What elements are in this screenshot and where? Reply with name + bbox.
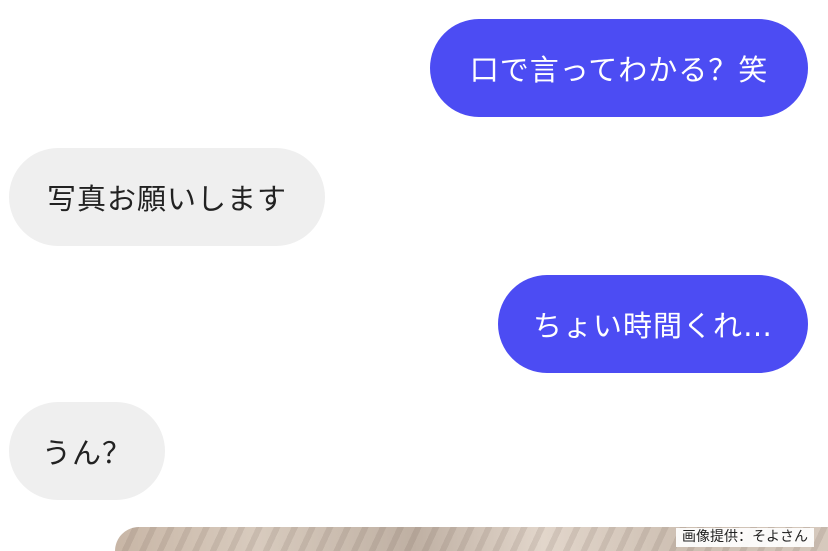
sent-message-bubble[interactable]: 口で言ってわかる？笑 bbox=[430, 19, 808, 117]
message-text: うん？ bbox=[41, 436, 132, 470]
sent-message-bubble[interactable]: ちょい時間くれ… bbox=[498, 275, 808, 373]
received-message-bubble[interactable]: うん？ bbox=[9, 402, 165, 500]
message-text: 写真お願いします bbox=[46, 182, 287, 216]
message-text: 口で言ってわかる？笑 bbox=[469, 53, 769, 87]
chat-thread: 口で言ってわかる？笑 写真お願いします ちょい時間くれ… うん？ 画像提供：そよ… bbox=[0, 0, 828, 551]
received-message-bubble[interactable]: 写真お願いします bbox=[9, 148, 325, 246]
image-credit: 画像提供：そよさん bbox=[676, 528, 814, 547]
message-text: ちょい時間くれ… bbox=[532, 309, 773, 343]
